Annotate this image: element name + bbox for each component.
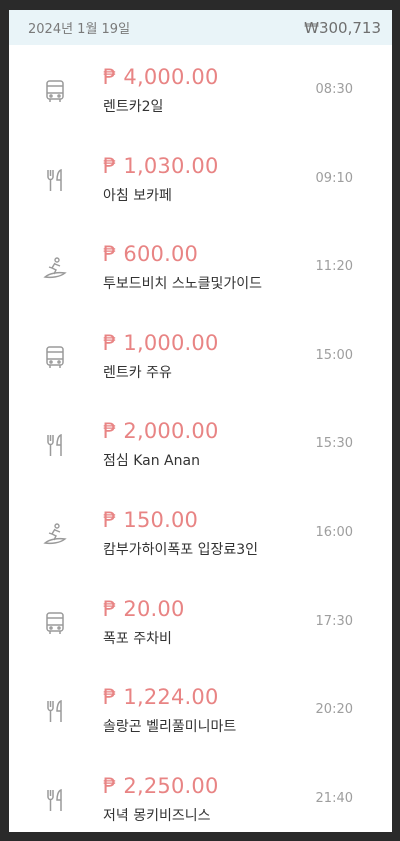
bus-icon [42, 78, 68, 104]
expense-title: 저녁 몽키비즈니스 [103, 807, 211, 824]
expense-time: 21:40 [315, 790, 353, 806]
expense-time: 15:30 [315, 436, 353, 452]
expense-item[interactable]: ₱ 600.00 투보드비치 스노클및가이드 11:20 [9, 222, 392, 311]
expense-time: 08:30 [315, 82, 353, 97]
expense-title: 투보드비치 스노클및가이드 [103, 276, 263, 293]
fork-knife-icon [42, 787, 68, 813]
expense-time: 17:30 [315, 613, 353, 629]
expense-amount: ₱ 1,030.00 [103, 153, 219, 178]
expense-time: 11:20 [315, 259, 353, 275]
expense-title: 렌트카2일 [103, 99, 164, 115]
app-frame: 2024년 1월 19일 ₩300,713 ₱ 4,000.00 렌트카2일 0… [9, 10, 392, 832]
expense-title: 폭포 주차비 [103, 630, 172, 647]
fork-knife-icon [42, 698, 68, 724]
expense-amount: ₱ 150.00 [103, 507, 199, 532]
expense-title: 점심 Kan Anan [103, 453, 200, 470]
surfer-icon [42, 521, 68, 547]
expense-item[interactable]: ₱ 4,000.00 렌트카2일 08:30 [9, 45, 392, 134]
day-total: ₩300,713 [304, 18, 381, 37]
expense-title: 아침 보카페 [103, 187, 172, 204]
expense-amount: ₱ 4,000.00 [103, 65, 219, 89]
expense-list: ₱ 4,000.00 렌트카2일 08:30 ₱ 1,030.00 아침 보카페… [9, 45, 392, 832]
expense-time: 15:00 [315, 347, 353, 363]
expense-title: 렌트카 주유 [103, 364, 172, 381]
expense-item[interactable]: ₱ 20.00 폭포 주차비 17:30 [9, 577, 392, 666]
day-header: 2024년 1월 19일 ₩300,713 [9, 10, 392, 45]
fork-knife-icon [42, 167, 68, 193]
expense-time: 16:00 [315, 524, 353, 540]
expense-amount: ₱ 1,000.00 [103, 330, 219, 355]
expense-title: 캄부가하이폭포 입장료3인 [103, 541, 259, 558]
bus-icon [42, 344, 68, 370]
expense-item[interactable]: ₱ 2,250.00 저녁 몽키비즈니스 21:40 [9, 754, 392, 832]
expense-item[interactable]: ₱ 2,000.00 점심 Kan Anan 15:30 [9, 399, 392, 488]
expense-amount: ₱ 1,224.00 [103, 685, 219, 710]
expense-amount: ₱ 20.00 [103, 596, 185, 621]
expense-item[interactable]: ₱ 1,224.00 솔랑곤 벨리풀미니마트 20:20 [9, 665, 392, 754]
expense-item[interactable]: ₱ 1,030.00 아침 보카페 09:10 [9, 134, 392, 223]
expense-amount: ₱ 600.00 [103, 242, 199, 267]
expense-title: 솔랑곤 벨리풀미니마트 [103, 719, 237, 736]
expense-amount: ₱ 2,250.00 [103, 773, 219, 798]
surfer-icon [42, 255, 68, 281]
expense-amount: ₱ 2,000.00 [103, 419, 219, 444]
day-date: 2024년 1월 19일 [28, 22, 131, 37]
expense-time: 09:10 [315, 170, 353, 186]
fork-knife-icon [42, 432, 68, 458]
bus-icon [42, 610, 68, 636]
expense-item[interactable]: ₱ 1,000.00 렌트카 주유 15:00 [9, 311, 392, 400]
expense-item[interactable]: ₱ 150.00 캄부가하이폭포 입장료3인 16:00 [9, 488, 392, 577]
expense-time: 20:20 [315, 702, 353, 718]
